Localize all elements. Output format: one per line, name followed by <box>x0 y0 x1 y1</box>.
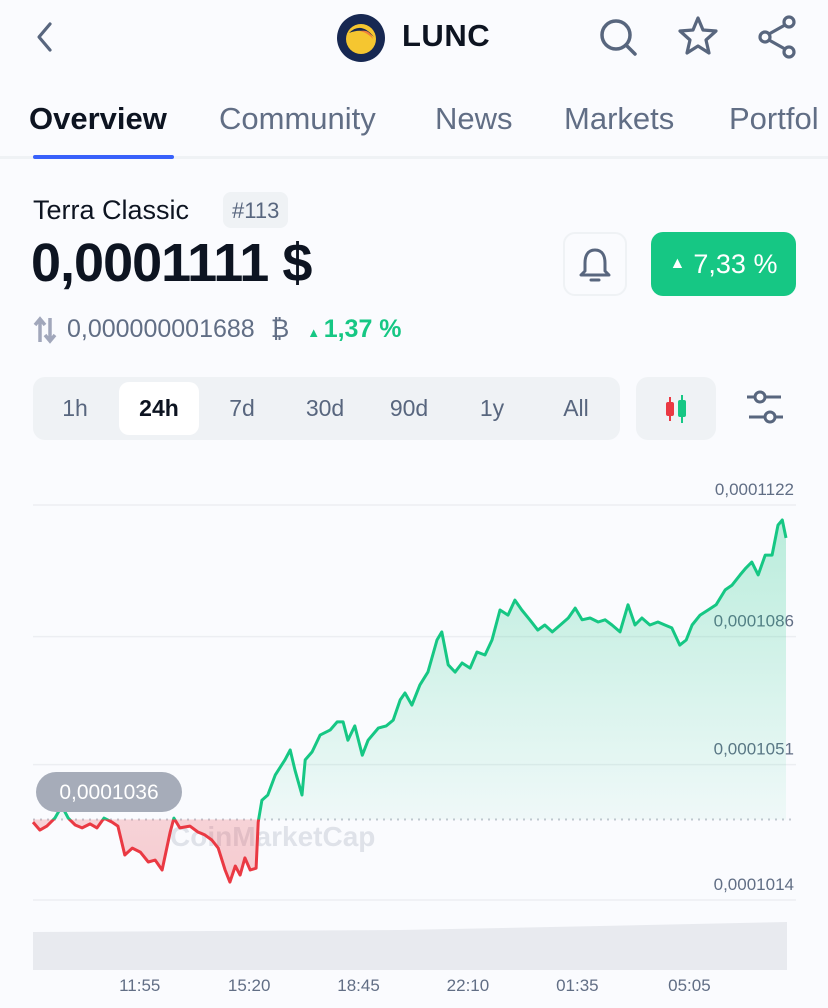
share-icon[interactable] <box>756 14 800 60</box>
baseline-label: 0,0001036 <box>36 772 182 812</box>
x-tick-label: 11:55 <box>119 976 160 995</box>
x-tick-label: 22:10 <box>447 976 490 995</box>
caret-up-icon: ▲ <box>307 325 324 340</box>
coin-symbol-title: LUNC <box>402 18 491 53</box>
caret-up-icon: ▲ <box>669 255 686 272</box>
bell-icon <box>579 248 611 282</box>
range-1y[interactable]: 1y <box>452 382 532 435</box>
y-tick-label: 0,0001122 <box>715 480 794 499</box>
search-icon[interactable] <box>597 16 641 60</box>
x-tick-label: 18:45 <box>337 976 380 995</box>
candlestick-toggle-button[interactable] <box>636 377 716 440</box>
btc-change: ▲ 1,37 % <box>307 315 401 344</box>
tab-bar: Overview Community News Markets Portfol <box>0 95 828 159</box>
chart-settings-icon[interactable] <box>745 388 785 428</box>
x-tick-label: 01:35 <box>556 976 599 995</box>
y-tick-label: 0,0001014 <box>714 875 794 894</box>
range-30d[interactable]: 30d <box>285 382 365 435</box>
btc-price-row: 0,000000001688 ₿ ▲ 1,37 % <box>33 315 402 344</box>
price-chart[interactable]: 0,00011220,00010860,00010510,0001014 Coi… <box>0 460 828 1008</box>
tab-portfolio[interactable]: Portfol <box>729 101 819 137</box>
price: 0,0001111 $ <box>31 233 312 293</box>
candlestick-icon <box>666 394 686 423</box>
baseline-value: 0,0001036 <box>59 781 158 804</box>
btc-price: 0,000000001688 <box>67 315 255 343</box>
range-90d[interactable]: 90d <box>369 382 449 435</box>
tab-overview[interactable]: Overview <box>29 101 167 137</box>
range-7d[interactable]: 7d <box>202 382 282 435</box>
price-alert-button[interactable] <box>563 232 627 296</box>
x-tick-label: 05:05 <box>668 976 711 995</box>
coin-name: Terra Classic <box>33 195 190 225</box>
swap-arrows-icon <box>33 315 57 344</box>
tab-markets[interactable]: Markets <box>564 101 674 137</box>
x-tick-label: 15:20 <box>228 976 271 995</box>
rank-badge: #113 <box>223 192 289 228</box>
time-range-selector: 1h 24h 7d 30d 90d 1y All <box>33 377 620 440</box>
range-all[interactable]: All <box>536 382 616 435</box>
terra-classic-logo-icon <box>337 14 385 62</box>
range-1h[interactable]: 1h <box>35 382 115 435</box>
btc-symbol: ₿ <box>270 315 290 343</box>
tab-news[interactable]: News <box>435 101 513 137</box>
star-icon[interactable] <box>676 14 720 58</box>
active-tab-indicator <box>33 155 174 159</box>
range-24h[interactable]: 24h <box>119 382 199 435</box>
tab-community[interactable]: Community <box>219 101 376 137</box>
btc-change-value: 1,37 % <box>323 315 402 343</box>
price-change-badge: ▲ 7,33 % <box>651 232 796 296</box>
back-button[interactable] <box>30 20 60 54</box>
volume-area <box>33 922 787 970</box>
price-change-value: 7,33 % <box>693 248 778 279</box>
